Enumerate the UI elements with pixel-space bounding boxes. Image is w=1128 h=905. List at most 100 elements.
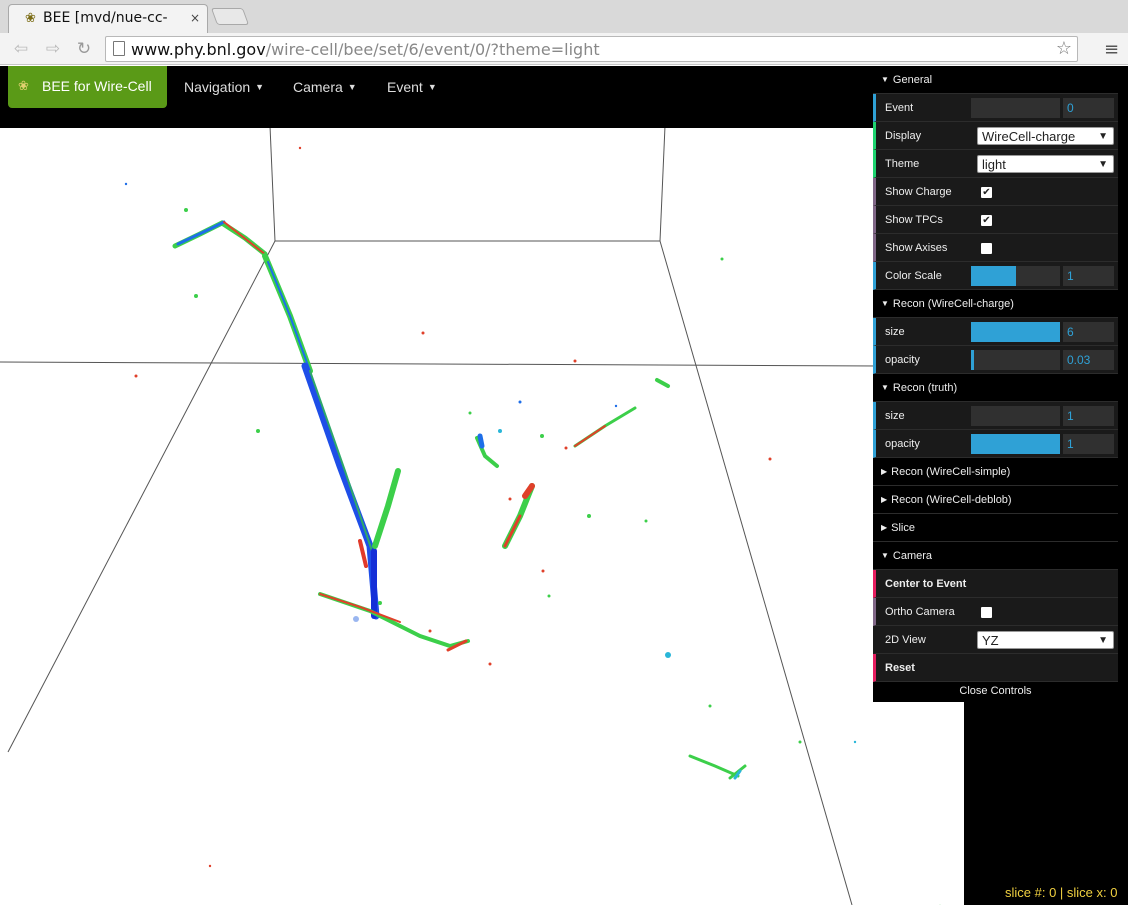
control-ortho-camera: Ortho Camera xyxy=(873,598,1118,626)
caret-down-icon: ▼ xyxy=(347,82,357,92)
address-bar[interactable]: www.phy.bnl.gov/wire-cell/bee/set/6/even… xyxy=(105,36,1078,62)
folder-camera[interactable]: ▼ Camera xyxy=(873,542,1118,570)
app-navbar: ❀ BEE for Wire-Cell Navigation ▼ Camera ▼ … xyxy=(0,66,873,128)
control-label: Ortho Camera xyxy=(885,606,955,618)
brand-button[interactable]: ❀ BEE for Wire-Cell xyxy=(8,66,167,108)
track xyxy=(372,468,401,549)
truth-opacity-number-input[interactable]: 1 xyxy=(1063,434,1114,454)
triangle-right-icon: ▶ xyxy=(881,495,888,504)
track xyxy=(358,539,368,568)
event-number-input[interactable]: 0 xyxy=(1063,98,1114,118)
show-tpcs-checkbox[interactable]: ✔ xyxy=(981,215,992,226)
charge-opacity-number-input[interactable]: 0.03 xyxy=(1063,350,1114,370)
control-label: Show Axises xyxy=(885,242,948,254)
dot xyxy=(208,864,212,868)
slider-fill xyxy=(971,266,1016,286)
folder-title: General xyxy=(892,74,933,86)
truth-opacity-slider[interactable] xyxy=(971,434,1060,454)
dot xyxy=(573,359,577,363)
track xyxy=(477,433,485,449)
track xyxy=(574,425,606,447)
tpc-wireframe xyxy=(0,125,881,905)
control-label: Color Scale xyxy=(885,270,942,282)
bee-icon: ❀ xyxy=(25,11,36,26)
folder-slice[interactable]: ▶ Slice xyxy=(873,514,1118,542)
folder-recon-charge[interactable]: ▼ Recon (WireCell-charge) xyxy=(873,290,1118,318)
show-axises-checkbox[interactable] xyxy=(981,243,992,254)
triangle-right-icon: ▶ xyxy=(881,523,888,532)
display-select[interactable]: WireCell-charge ▼ xyxy=(977,127,1114,145)
dot xyxy=(468,411,472,415)
reset-button[interactable]: Reset xyxy=(873,654,1118,682)
control-truth-size: size 1 xyxy=(873,402,1118,430)
control-label: Show TPCs xyxy=(885,214,943,226)
tab-close-icon[interactable]: × xyxy=(190,11,200,25)
track xyxy=(223,221,267,256)
star-icon[interactable]: ☆ xyxy=(1056,38,1072,59)
event-slider[interactable] xyxy=(971,98,1060,118)
forward-arrow-icon[interactable]: ⇨ xyxy=(42,38,64,60)
tpc-edge xyxy=(269,125,276,242)
dot xyxy=(353,616,359,622)
caret-down-icon: ▼ xyxy=(255,82,265,92)
control-label: Show Charge xyxy=(885,186,952,198)
dot xyxy=(798,740,802,744)
reload-icon[interactable]: ↻ xyxy=(73,38,95,60)
menu-event[interactable]: Event ▼ xyxy=(387,79,437,95)
page-icon xyxy=(113,41,125,56)
center-to-event-button[interactable]: Center to Event xyxy=(873,570,1118,598)
folder-title: Recon (WireCell-charge) xyxy=(892,298,1014,310)
charge-size-number-input[interactable]: 6 xyxy=(1063,322,1114,342)
triangle-down-icon: ▼ xyxy=(881,299,889,308)
dot xyxy=(488,662,492,666)
truth-size-number-input[interactable]: 1 xyxy=(1063,406,1114,426)
dot xyxy=(184,208,188,212)
menu-navigation[interactable]: Navigation ▼ xyxy=(184,79,264,95)
dot xyxy=(378,601,382,605)
menu-camera[interactable]: Camera ▼ xyxy=(293,79,357,95)
menu-label: Camera xyxy=(293,79,343,95)
color-scale-number-input[interactable]: 1 xyxy=(1063,266,1114,286)
url-host: www.phy.bnl.gov xyxy=(131,40,266,59)
dot xyxy=(541,569,545,573)
control-charge-opacity: opacity 0.03 xyxy=(873,346,1118,374)
track xyxy=(319,593,401,623)
back-arrow-icon[interactable]: ⇦ xyxy=(10,38,32,60)
dot xyxy=(518,400,522,404)
track xyxy=(655,378,670,388)
truth-size-slider[interactable] xyxy=(971,406,1060,426)
folder-recon-simple[interactable]: ▶ Recon (WireCell-simple) xyxy=(873,458,1118,486)
show-charge-checkbox[interactable]: ✔ xyxy=(981,187,992,198)
caret-down-icon: ▼ xyxy=(1098,635,1108,646)
new-tab-button[interactable] xyxy=(210,8,250,25)
bee-icon: ❀ xyxy=(18,78,29,93)
folder-general[interactable]: ▼ General xyxy=(873,66,1118,94)
control-label: size xyxy=(885,410,905,422)
view-2d-select[interactable]: YZ ▼ xyxy=(977,631,1114,649)
folder-recon-deblob[interactable]: ▶ Recon (WireCell-deblob) xyxy=(873,486,1118,514)
browser-tab-strip: ❀ BEE [mvd/nue-cc- × xyxy=(0,0,1128,33)
dot xyxy=(194,294,198,298)
close-controls-button[interactable]: Close Controls xyxy=(873,682,1118,702)
ortho-camera-checkbox[interactable] xyxy=(981,607,992,618)
tab-title: BEE [mvd/nue-cc- xyxy=(43,10,168,26)
dot xyxy=(564,446,568,450)
triangle-down-icon: ▼ xyxy=(881,75,889,84)
tpc-edge xyxy=(7,240,276,753)
hamburger-menu-icon[interactable]: ≡ xyxy=(1104,39,1119,60)
folder-title: Slice xyxy=(891,522,915,534)
charge-opacity-slider[interactable] xyxy=(971,350,1060,370)
color-scale-slider[interactable] xyxy=(971,266,1060,286)
dot xyxy=(256,429,260,433)
control-label: size xyxy=(885,326,905,338)
theme-select[interactable]: light ▼ xyxy=(977,155,1114,173)
dot xyxy=(853,740,857,744)
slider-fill xyxy=(971,434,1060,454)
tpc-edge xyxy=(659,240,853,905)
browser-tab[interactable]: ❀ BEE [mvd/nue-cc- × xyxy=(8,4,208,33)
slice-info: slice #: 0 | slice x: 0 xyxy=(1005,885,1118,900)
charge-size-slider[interactable] xyxy=(971,322,1060,342)
folder-recon-truth[interactable]: ▼ Recon (truth) xyxy=(873,374,1118,402)
select-value: WireCell-charge xyxy=(982,129,1076,144)
dot xyxy=(421,331,425,335)
